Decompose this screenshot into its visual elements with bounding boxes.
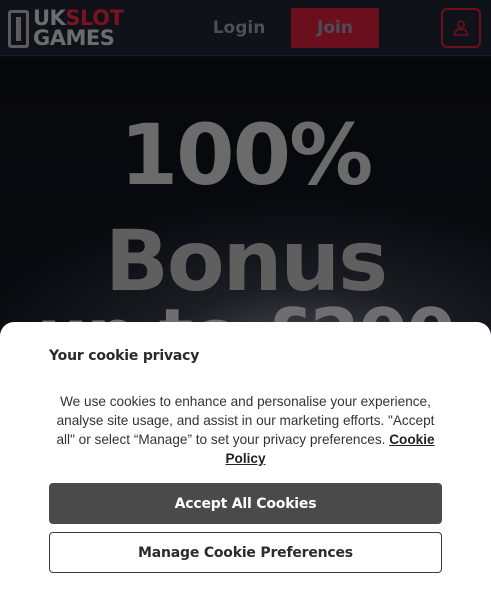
cookie-consent-dialog: Your cookie privacy We use cookies to en… [0,322,491,597]
cookie-body-text: We use cookies to enhance and personalis… [56,394,435,447]
logo-word-games: GAMES [33,26,115,50]
accept-all-cookies-button[interactable]: Accept All Cookies [49,483,442,524]
hero-headline-percent: 100% [119,106,374,204]
user-icon [453,20,469,36]
login-button[interactable]: Login [200,8,278,48]
logo-mark-icon [8,10,29,48]
logo-text: UKSLOT GAMES [33,8,124,50]
manage-cookie-preferences-button[interactable]: Manage Cookie Preferences [49,532,442,573]
site-logo[interactable]: UKSLOT GAMES [8,8,136,50]
cookie-description: We use cookies to enhance and personalis… [50,392,441,468]
account-button[interactable] [441,8,481,48]
join-button[interactable]: Join [291,8,379,48]
site-header: UKSLOT GAMES Login Join [0,0,491,56]
cookie-title: Your cookie privacy [49,348,200,364]
